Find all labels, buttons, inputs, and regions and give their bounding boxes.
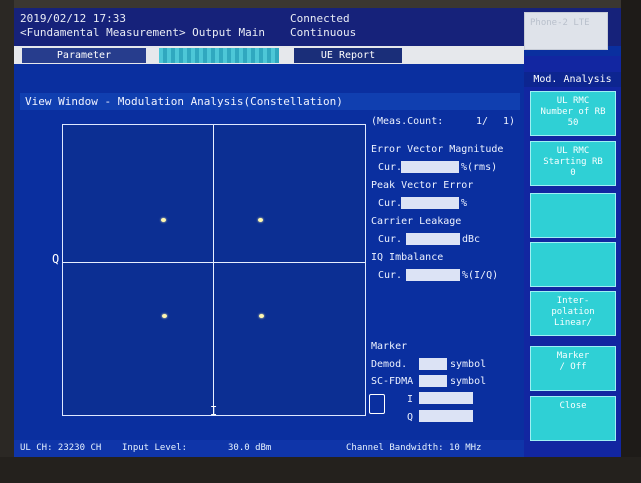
pve-cur-label: Cur. (378, 198, 403, 209)
constellation-point (161, 218, 166, 222)
channel-bandwidth: Channel Bandwidth: 10 MHz (346, 443, 482, 453)
evm-unit: %(rms) (461, 162, 498, 173)
softkey-starting-rb[interactable]: UL RMC Starting RB 0 (530, 141, 616, 186)
right-panel-title: Mod. Analysis (524, 72, 621, 87)
sc-unit: symbol (450, 376, 487, 387)
evm-value-field (401, 161, 459, 173)
constellation-point (259, 314, 264, 318)
pve-value-field (401, 197, 459, 209)
iq-cur-label: Cur. (378, 270, 403, 281)
softkey-close[interactable]: Close (530, 396, 616, 441)
carrier-leakage-title: Carrier Leakage (371, 216, 462, 227)
monitor-bezel-bottom (0, 457, 641, 483)
marker-i-label: I (407, 394, 414, 405)
softkey-marker-off[interactable]: Marker / Off (530, 346, 616, 391)
q-axis-label: Q (52, 252, 60, 266)
monitor-bezel-right (621, 0, 641, 483)
demod-field[interactable] (419, 358, 447, 370)
marker-q-field (419, 410, 473, 422)
demod-unit: symbol (450, 359, 487, 370)
monitor-bezel-left (0, 0, 14, 483)
horizontal-axis (63, 262, 365, 263)
evm-title: Error Vector Magnitude (371, 144, 504, 155)
pve-unit: % (461, 198, 468, 209)
marker-i-field (419, 392, 473, 404)
marker-icon (369, 394, 385, 414)
phone-status-box: Phone-2 LTE (524, 12, 608, 50)
sc-field[interactable] (419, 375, 447, 387)
peak-vector-title: Peak Vector Error (371, 180, 474, 191)
tab-parameter[interactable]: Parameter (22, 48, 146, 63)
instrument-screen: 2019/02/12 17:33 Connected <Fundamental … (14, 8, 621, 457)
vertical-axis (213, 125, 214, 415)
ul-channel: UL CH: 23230 CH (20, 443, 102, 453)
phone-status-text: Phone-2 LTE (530, 18, 590, 28)
meas-count-label: (Meas.Count: (371, 116, 444, 127)
iq-value-field (406, 269, 460, 281)
window-title: View Window - Modulation Analysis(Conste… (20, 93, 520, 110)
meas-count-value: 1/ (476, 116, 489, 127)
i-axis-label: I (210, 404, 218, 418)
constellation-point (258, 218, 263, 222)
right-softkey-panel: Mod. Analysis UL RMC Number of RB 50 UL … (524, 56, 621, 457)
tab-selected[interactable] (159, 48, 279, 63)
softkey-number-of-rb[interactable]: UL RMC Number of RB 50 (530, 91, 616, 136)
cl-value-field (406, 233, 460, 245)
iq-imbalance-title: IQ Imbalance (371, 252, 444, 263)
constellation-plot[interactable] (62, 124, 366, 416)
connection-status: Connected (290, 12, 350, 25)
meas-count-total: 1) (503, 116, 516, 127)
softkey-blank-2[interactable] (530, 242, 616, 287)
iq-unit: %(I/Q) (462, 270, 499, 281)
evm-cur-label: Cur. (378, 162, 403, 173)
marker-q-label: Q (407, 412, 414, 423)
marker-title: Marker (371, 341, 408, 352)
tab-ue-report[interactable]: UE Report (294, 48, 402, 63)
demod-label: Demod. (371, 359, 408, 370)
cl-unit: dBc (462, 234, 481, 245)
input-level-label: Input Level: (122, 443, 188, 453)
softkey-interpolation[interactable]: Inter- polation Linear/ (530, 291, 616, 336)
tab-bar: Parameter UE Report (14, 46, 524, 64)
mode-label: Continuous (290, 26, 357, 39)
breadcrumb: <Fundamental Measurement> Output Main (20, 26, 266, 39)
constellation-point (162, 314, 167, 318)
bottom-status-bar: UL CH: 23230 CH Input Level: 30.0 dBm Ch… (14, 440, 524, 457)
input-level-value: 30.0 dBm (228, 443, 272, 453)
datetime: 2019/02/12 17:33 (20, 12, 126, 25)
sc-label: SC-FDMA (371, 376, 414, 387)
softkey-blank-1[interactable] (530, 193, 616, 238)
cl-cur-label: Cur. (378, 234, 403, 245)
